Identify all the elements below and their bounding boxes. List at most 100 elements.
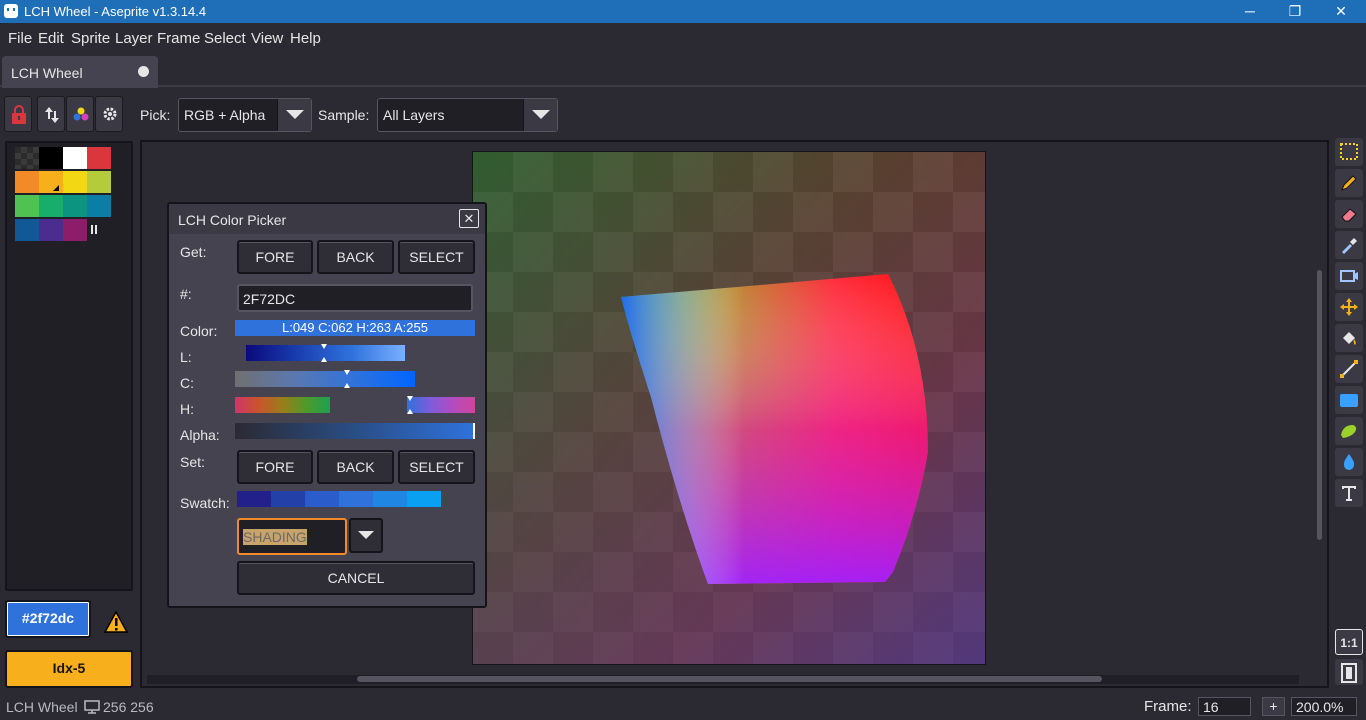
lightness-knob[interactable] — [320, 344, 327, 362]
rectangular-marquee-tool[interactable] — [1335, 138, 1363, 166]
color-preview-bar: L:049 C:062 H:263 A:255 — [235, 320, 475, 336]
palette-swatch[interactable] — [15, 219, 39, 241]
swatch-cell[interactable] — [237, 491, 271, 507]
foreground-color-button[interactable]: #2f72dc — [5, 600, 91, 638]
menu-edit[interactable]: Edit — [38, 30, 64, 47]
swatch-cell[interactable] — [407, 491, 441, 507]
palette-swatch[interactable] — [87, 171, 111, 193]
tab-lch-wheel[interactable]: LCH Wheel — [2, 56, 158, 88]
lch-gamut-shape — [621, 274, 928, 584]
palette-swatch[interactable] — [15, 195, 39, 217]
settings-button[interactable] — [95, 96, 123, 132]
rectangle-tool[interactable] — [1335, 386, 1363, 414]
alpha-slider[interactable] — [235, 423, 475, 439]
chevron-down-icon[interactable] — [523, 99, 557, 131]
set-back-button[interactable]: BACK — [317, 450, 394, 484]
palette-swatch[interactable] — [87, 195, 111, 217]
minimize-button[interactable]: ─ — [1227, 0, 1273, 23]
palette-swatch-transparent[interactable] — [15, 147, 39, 169]
menu-sprite[interactable]: Sprite — [71, 30, 110, 47]
menu-select[interactable]: Select — [204, 30, 246, 47]
tools-panel: 1:1 — [1331, 138, 1366, 688]
background-color-button[interactable]: Idx-5 — [5, 650, 133, 688]
camera-tool[interactable] — [1335, 262, 1363, 290]
hue-gradient-left — [235, 397, 330, 413]
swap-button[interactable] — [37, 96, 65, 132]
scroll-thumb[interactable] — [357, 676, 1102, 682]
close-window-button[interactable]: ✕ — [1318, 0, 1364, 23]
get-fore-button[interactable]: FORE — [237, 240, 313, 274]
move-tool[interactable] — [1335, 293, 1363, 321]
palette-swatch[interactable] — [15, 171, 39, 193]
timeline-toggle-button[interactable] — [1335, 659, 1363, 685]
vertical-scrollbar[interactable] — [1316, 150, 1324, 670]
unsaved-dot-icon[interactable] — [138, 66, 149, 77]
menu-frame[interactable]: Frame — [157, 30, 200, 47]
sprite-canvas[interactable] — [472, 151, 986, 665]
paint-bucket-tool[interactable] — [1335, 324, 1363, 352]
set-fore-button[interactable]: FORE — [237, 450, 313, 484]
chevron-down-icon[interactable] — [277, 99, 311, 131]
swatch-label: Swatch: — [180, 495, 230, 511]
chroma-knob[interactable] — [343, 370, 350, 388]
palette-swatch[interactable] — [39, 219, 63, 241]
warning-icon[interactable] — [103, 610, 129, 634]
line-tool[interactable] — [1335, 355, 1363, 383]
get-select-button[interactable]: SELECT — [398, 240, 475, 274]
dialog-close-button[interactable]: ✕ — [459, 209, 479, 228]
swatch-cell[interactable] — [305, 491, 339, 507]
hue-slider[interactable] — [235, 396, 475, 414]
sample-label: Sample: — [318, 107, 370, 123]
lightness-slider[interactable] — [246, 344, 405, 362]
dialog-titlebar[interactable]: LCH Color Picker ✕ — [169, 204, 485, 234]
pencil-tool[interactable] — [1335, 169, 1363, 197]
palette-swatch[interactable] — [63, 171, 87, 193]
maximize-button[interactable]: ❐ — [1272, 0, 1318, 23]
frame-input[interactable]: 16 — [1198, 697, 1251, 716]
zoom-input[interactable]: 200.0% — [1291, 697, 1357, 716]
palette-swatch[interactable] — [63, 195, 87, 217]
get-label: Get: — [180, 244, 207, 260]
menu-view[interactable]: View — [251, 30, 283, 47]
sample-dropdown[interactable]: All Layers — [377, 98, 558, 132]
menu-file[interactable]: File — [8, 30, 32, 47]
contour-tool[interactable] — [1335, 417, 1363, 445]
color-wheel-button[interactable] — [66, 96, 94, 132]
swatch-cell[interactable] — [271, 491, 305, 507]
set-select-button[interactable]: SELECT — [398, 450, 475, 484]
swatch-strip[interactable] — [237, 491, 441, 507]
menu-layer[interactable]: Layer — [115, 30, 153, 47]
swatch-cell[interactable] — [373, 491, 407, 507]
eyedropper-tool[interactable] — [1335, 231, 1363, 259]
chroma-slider[interactable] — [235, 370, 415, 388]
cancel-button[interactable]: CANCEL — [237, 561, 475, 595]
swatch-mode-chevron-button[interactable] — [349, 518, 383, 553]
aseprite-app-icon — [4, 4, 18, 18]
selected-marker-icon — [53, 185, 59, 191]
get-back-button[interactable]: BACK — [317, 240, 394, 274]
menu-help[interactable]: Help — [290, 30, 321, 47]
zoom-reset-button[interactable]: 1:1 — [1335, 629, 1363, 655]
gear-icon — [103, 107, 117, 121]
add-frame-button[interactable]: + — [1262, 697, 1285, 716]
pause-icon[interactable] — [91, 225, 93, 234]
swatch-mode-dropdown[interactable]: SHADING — [237, 518, 347, 555]
palette-swatch[interactable] — [87, 147, 111, 169]
hex-input[interactable]: 2F72DC — [237, 284, 473, 312]
palette-swatch-selected[interactable] — [39, 171, 63, 193]
blur-tool[interactable] — [1335, 448, 1363, 476]
pick-dropdown[interactable]: RGB + Alpha — [178, 98, 312, 132]
eraser-tool[interactable] — [1335, 200, 1363, 228]
palette-swatch[interactable] — [39, 195, 63, 217]
set-label: Set: — [180, 454, 205, 470]
palette-swatch[interactable] — [63, 219, 87, 241]
lock-button[interactable] — [4, 96, 32, 132]
palette-swatch[interactable] — [63, 147, 87, 169]
hex-label: #: — [180, 286, 192, 302]
text-tool[interactable] — [1335, 479, 1363, 507]
palette-swatch[interactable] — [39, 147, 63, 169]
scroll-thumb[interactable] — [1317, 270, 1322, 540]
swatch-cell[interactable] — [339, 491, 373, 507]
hue-knob[interactable] — [407, 396, 414, 414]
horizontal-scrollbar[interactable] — [147, 675, 1299, 684]
